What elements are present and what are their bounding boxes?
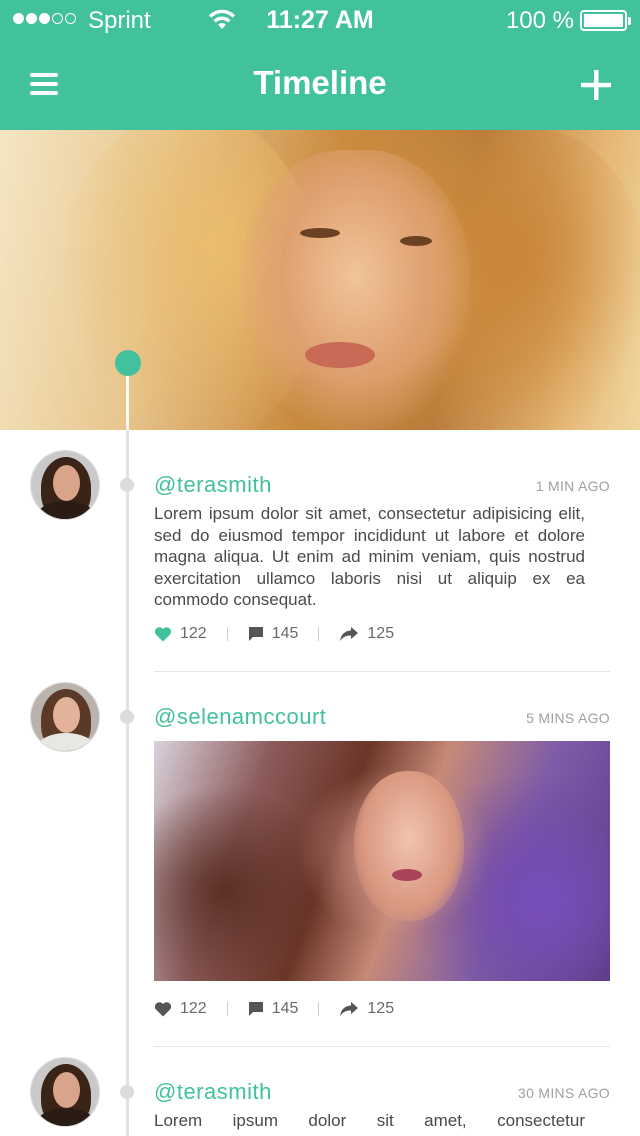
post-actions: 122 145 125 [154,997,394,1021]
comment-icon [248,1002,263,1016]
comment-count: 145 [271,625,299,642]
avatar[interactable] [30,450,100,520]
post-username[interactable]: @terasmith [154,1079,272,1105]
comment-button[interactable]: 145 [248,625,299,643]
comment-button[interactable]: 145 [248,1000,299,1018]
share-count: 125 [367,625,395,642]
post-actions: 122 145 125 [154,622,394,646]
like-count: 122 [180,1000,207,1017]
battery-icon [580,10,631,31]
timeline-dot [120,1085,134,1099]
like-button[interactable]: 122 [154,625,207,643]
post-time: 30 MINS AGO [518,1085,610,1101]
post-divider [154,671,610,672]
like-count: 122 [180,625,207,642]
timeline-dot [120,478,134,492]
page-title: Timeline [253,64,387,101]
post-time: 1 MIN AGO [535,478,610,494]
comment-icon [248,627,263,641]
share-icon [340,1002,359,1016]
post-divider [154,1046,610,1047]
like-button[interactable]: 122 [154,1000,207,1018]
comment-count: 145 [271,1000,299,1017]
share-button[interactable]: 125 [339,1000,394,1018]
share-count: 125 [367,1000,395,1017]
heart-icon [154,1002,172,1017]
post-time: 5 MINS AGO [526,710,610,726]
header-bar: Sprint 11:27 AM 100 % Timeline [0,0,640,130]
post-username[interactable]: @selenamccourt [154,704,326,730]
post-username[interactable]: @terasmith [154,472,272,498]
heart-icon [154,627,172,642]
timeline-start-dot [115,350,141,376]
avatar[interactable] [30,682,100,752]
post-text: Lorem ipsum dolor sit amet, consectetur … [154,504,585,609]
avatar[interactable] [30,1057,100,1127]
battery-percent: 100 % [505,7,574,34]
share-icon [340,627,359,641]
timeline-dot [120,710,134,724]
plus-icon[interactable] [579,68,613,102]
post-text: Lorem ipsum dolor sit amet, consectetur [154,1111,585,1130]
hero-cover-photo [0,130,640,430]
post-photo[interactable] [154,741,610,981]
share-button[interactable]: 125 [339,625,394,643]
status-bar: Sprint 11:27 AM 100 % [0,0,640,42]
